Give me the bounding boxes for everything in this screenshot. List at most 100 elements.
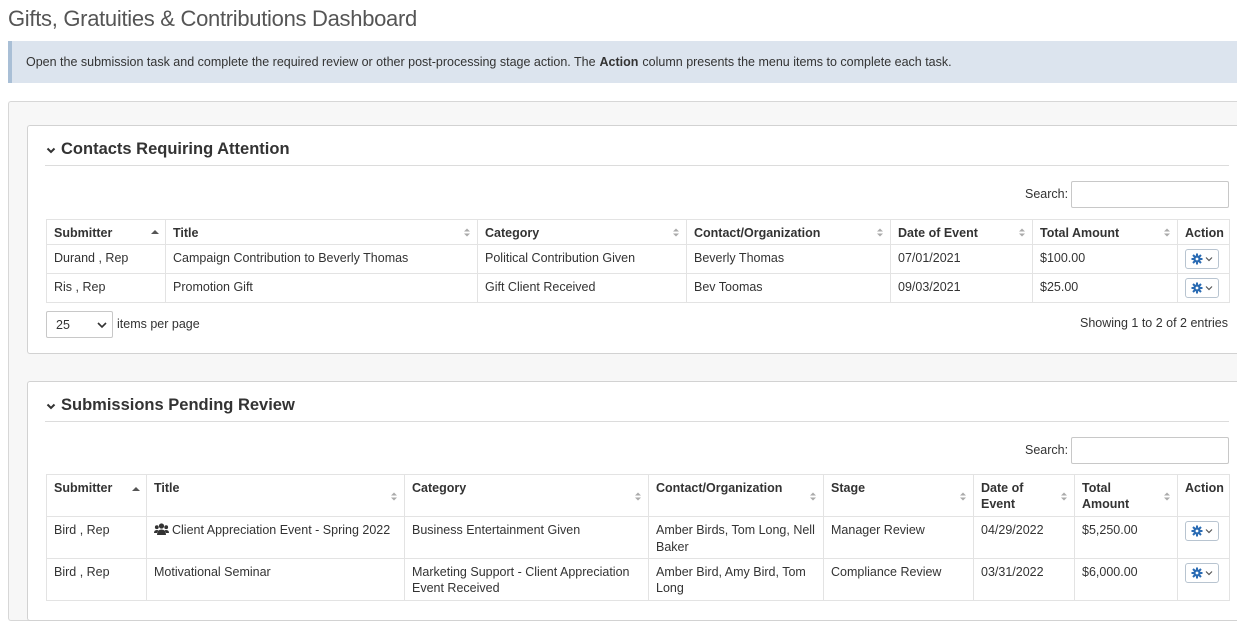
action-menu-button[interactable] bbox=[1185, 563, 1219, 583]
column-header-submitter[interactable]: Submitter bbox=[46, 474, 147, 517]
sort-icon bbox=[960, 492, 966, 500]
chevron-down-icon[interactable] bbox=[45, 399, 59, 413]
table-row: Ris , Rep Promotion Gift Gift Client Rec… bbox=[46, 273, 1230, 303]
gear-icon bbox=[1191, 525, 1203, 537]
column-header-category[interactable]: Category bbox=[404, 474, 649, 517]
chevron-down-icon bbox=[1205, 529, 1213, 534]
gear-icon bbox=[1191, 253, 1203, 265]
gear-icon bbox=[1191, 282, 1203, 294]
column-header-category[interactable]: Category bbox=[477, 219, 687, 245]
column-header-action: Action bbox=[1177, 219, 1230, 245]
table-row: Bird , Rep Motivational Seminar Marketin… bbox=[46, 558, 1230, 601]
contacts-panel: Contacts Requiring Attention Search: Sub… bbox=[27, 125, 1237, 354]
table-header-row: Submitter Title Category Contact/Organiz… bbox=[46, 474, 1230, 517]
cell-title: Promotion Gift bbox=[165, 273, 478, 303]
cell-action bbox=[1177, 273, 1230, 303]
cell-date: 03/31/2022 bbox=[973, 558, 1075, 601]
pending-panel-title: Submissions Pending Review bbox=[61, 396, 295, 414]
group-icon bbox=[154, 523, 169, 535]
cell-category: Gift Client Received bbox=[477, 273, 687, 303]
banner-bold-text: Action bbox=[599, 55, 639, 69]
pending-panel: Submissions Pending Review Search: Submi… bbox=[27, 381, 1237, 621]
cell-action bbox=[1177, 244, 1230, 274]
cell-date: 07/01/2021 bbox=[890, 244, 1033, 274]
cell-contact: Amber Bird, Amy Bird, Tom Long bbox=[648, 558, 824, 601]
cell-date: 09/03/2021 bbox=[890, 273, 1033, 303]
cell-amount: $6,000.00 bbox=[1074, 558, 1178, 601]
cell-category: Political Contribution Given bbox=[477, 244, 687, 274]
cell-title: Client Appreciation Event - Spring 2022 bbox=[146, 516, 405, 559]
page-title: Gifts, Gratuities & Contributions Dashbo… bbox=[8, 6, 417, 31]
column-header-date[interactable]: Date of Event bbox=[890, 219, 1033, 245]
cell-title: Campaign Contribution to Beverly Thomas bbox=[165, 244, 478, 274]
cell-action bbox=[1177, 558, 1230, 601]
sort-asc-icon bbox=[132, 487, 140, 491]
cell-category: Marketing Support - Client Appreciation … bbox=[404, 558, 649, 601]
sort-icon bbox=[673, 228, 679, 237]
banner-text-before: Open the submission task and complete th… bbox=[26, 55, 596, 69]
column-header-amount[interactable]: Total Amount bbox=[1074, 474, 1178, 517]
contacts-panel-header[interactable]: Contacts Requiring Attention bbox=[45, 134, 1229, 166]
cell-stage: Compliance Review bbox=[823, 558, 974, 601]
cell-date: 04/29/2022 bbox=[973, 516, 1075, 559]
sort-icon bbox=[1164, 492, 1170, 500]
info-banner: Open the submission task and complete th… bbox=[8, 41, 1237, 83]
banner-text-after: column presents the menu items to comple… bbox=[642, 55, 952, 69]
gear-icon bbox=[1191, 567, 1203, 579]
cell-category: Business Entertainment Given bbox=[404, 516, 649, 559]
cell-contact: Beverly Thomas bbox=[686, 244, 891, 274]
items-per-page-select[interactable]: 25 bbox=[46, 311, 113, 338]
table-row: Bird , Rep Client Appreciation Event - S… bbox=[46, 516, 1230, 559]
cell-amount: $25.00 bbox=[1032, 273, 1178, 303]
sort-icon bbox=[810, 492, 816, 500]
sort-icon bbox=[464, 228, 470, 237]
cell-contact: Bev Toomas bbox=[686, 273, 891, 303]
entries-info: Showing 1 to 2 of 2 entries bbox=[1079, 316, 1228, 330]
contacts-table: Submitter Title Category Contact/Organiz… bbox=[46, 219, 1230, 303]
column-header-contact[interactable]: Contact/Organization bbox=[648, 474, 824, 517]
sort-icon bbox=[877, 228, 883, 237]
chevron-down-icon bbox=[1205, 257, 1213, 262]
sort-icon bbox=[635, 492, 641, 500]
sort-asc-icon bbox=[151, 230, 159, 234]
column-header-stage[interactable]: Stage bbox=[823, 474, 974, 517]
column-header-contact[interactable]: Contact/Organization bbox=[686, 219, 891, 245]
cell-submitter: Durand , Rep bbox=[46, 244, 166, 274]
column-header-title[interactable]: Title bbox=[146, 474, 405, 517]
pending-table: Submitter Title Category Contact/Organiz… bbox=[46, 474, 1230, 601]
table-row: Durand , Rep Campaign Contribution to Be… bbox=[46, 244, 1230, 274]
cell-submitter: Bird , Rep bbox=[46, 516, 147, 559]
items-per-page-value: 25 bbox=[56, 317, 70, 332]
cell-amount: $5,250.00 bbox=[1074, 516, 1178, 559]
column-header-date[interactable]: Date of Event bbox=[973, 474, 1075, 517]
cell-title-text: Client Appreciation Event - Spring 2022 bbox=[172, 523, 391, 537]
column-header-action: Action bbox=[1177, 474, 1230, 517]
contacts-search-input[interactable] bbox=[1071, 181, 1229, 208]
action-menu-button[interactable] bbox=[1185, 521, 1219, 541]
column-header-title[interactable]: Title bbox=[165, 219, 478, 245]
cell-submitter: Bird , Rep bbox=[46, 558, 147, 601]
cell-amount: $100.00 bbox=[1032, 244, 1178, 274]
sort-icon bbox=[1019, 228, 1025, 237]
column-header-amount[interactable]: Total Amount bbox=[1032, 219, 1178, 245]
column-header-submitter[interactable]: Submitter bbox=[46, 219, 166, 245]
cell-title: Motivational Seminar bbox=[146, 558, 405, 601]
pending-panel-header[interactable]: Submissions Pending Review bbox=[45, 390, 1229, 422]
sort-icon bbox=[1164, 228, 1170, 237]
action-menu-button[interactable] bbox=[1185, 249, 1219, 269]
contacts-search-label: Search: bbox=[1025, 187, 1069, 201]
chevron-down-icon bbox=[97, 322, 107, 329]
cell-submitter: Ris , Rep bbox=[46, 273, 166, 303]
chevron-down-icon[interactable] bbox=[45, 143, 59, 157]
items-per-page-label: items per page bbox=[117, 317, 200, 331]
action-menu-button[interactable] bbox=[1185, 278, 1219, 298]
pending-search-label: Search: bbox=[1025, 443, 1069, 457]
sort-icon bbox=[391, 492, 397, 500]
chevron-down-icon bbox=[1205, 571, 1213, 576]
cell-stage: Manager Review bbox=[823, 516, 974, 559]
cell-contact: Amber Birds, Tom Long, Nell Baker bbox=[648, 516, 824, 559]
pending-search-input[interactable] bbox=[1071, 437, 1229, 464]
cell-action bbox=[1177, 516, 1230, 559]
sort-icon bbox=[1061, 492, 1067, 500]
contacts-panel-title: Contacts Requiring Attention bbox=[61, 140, 290, 158]
